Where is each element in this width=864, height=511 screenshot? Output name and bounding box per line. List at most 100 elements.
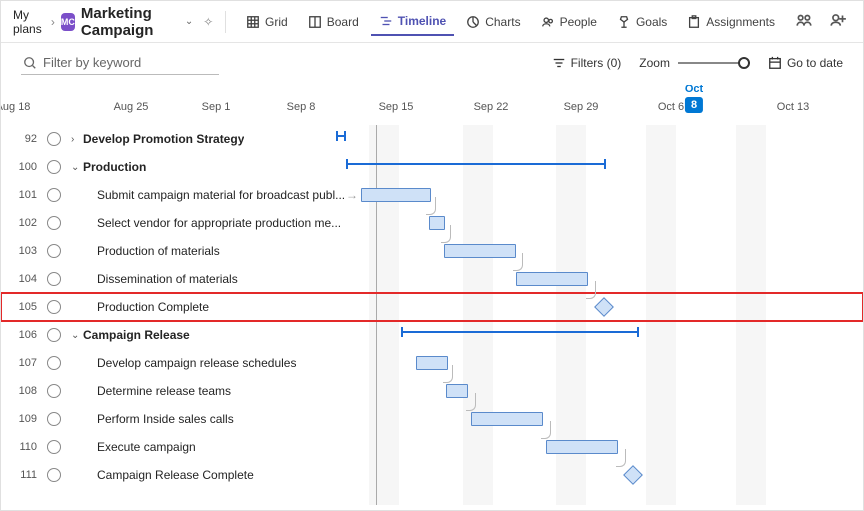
- task-row[interactable]: 109Perform Inside sales calls: [1, 405, 863, 433]
- row-id: 111: [1, 469, 43, 481]
- status-circle[interactable]: [47, 244, 61, 258]
- expander-icon[interactable]: ⌄: [71, 330, 81, 341]
- grid-icon: [246, 15, 260, 29]
- add-member-icon[interactable]: [825, 7, 851, 36]
- team-icon[interactable]: [791, 7, 817, 36]
- status-circle[interactable]: [47, 216, 61, 230]
- tab-timeline[interactable]: Timeline: [371, 8, 454, 36]
- date-tick: Aug 18: [1, 101, 30, 113]
- date-tick: Sep 29: [564, 101, 599, 113]
- tab-board[interactable]: Board: [300, 8, 367, 36]
- task-row[interactable]: 111Campaign Release Complete: [1, 461, 863, 489]
- filters-button[interactable]: Filters (0): [552, 56, 622, 70]
- tab-people-label: People: [560, 15, 597, 29]
- task-bar[interactable]: [546, 440, 618, 454]
- expander-icon[interactable]: ⌄: [71, 162, 81, 173]
- tab-people[interactable]: People: [533, 8, 605, 36]
- tab-board-label: Board: [327, 15, 359, 29]
- row-id: 110: [1, 441, 43, 453]
- tab-charts-label: Charts: [485, 15, 520, 29]
- status-circle[interactable]: [47, 384, 61, 398]
- task-row[interactable]: 102 Select vendor for appropriate product…: [1, 209, 863, 237]
- task-bar[interactable]: [446, 384, 468, 398]
- search-icon: [23, 56, 37, 70]
- tab-charts[interactable]: Charts: [458, 8, 528, 36]
- task-label: Production Complete: [83, 300, 209, 314]
- task-bar[interactable]: [444, 244, 516, 258]
- tab-grid-label: Grid: [265, 15, 288, 29]
- status-circle[interactable]: [47, 440, 61, 454]
- summary-bar[interactable]: [401, 331, 639, 333]
- sparkle-icon[interactable]: ✧: [203, 15, 213, 29]
- expander-icon[interactable]: ›: [71, 134, 81, 145]
- status-circle[interactable]: [47, 356, 61, 370]
- tab-goals[interactable]: Goals: [609, 8, 675, 36]
- task-bar[interactable]: [416, 356, 448, 370]
- date-tick: Aug 25: [114, 101, 149, 113]
- zoom-thumb[interactable]: [738, 57, 750, 69]
- filter-input[interactable]: Filter by keyword: [21, 51, 219, 75]
- task-label: Dissemination of materials: [83, 272, 238, 286]
- task-bar[interactable]: [471, 412, 543, 426]
- status-circle[interactable]: [47, 412, 61, 426]
- task-row[interactable]: 106 ⌄Campaign Release: [1, 321, 863, 349]
- status-circle[interactable]: [47, 300, 61, 314]
- milestone-marker[interactable]: [623, 465, 643, 485]
- task-bar[interactable]: [361, 188, 431, 202]
- status-circle[interactable]: [47, 132, 61, 146]
- row-id: 105: [1, 301, 43, 313]
- task-row[interactable]: 108Determine release teams: [1, 377, 863, 405]
- today-badge[interactable]: 8: [685, 97, 703, 113]
- view-tabs: Grid Board Timeline Charts People Goals …: [238, 8, 783, 36]
- goto-date-button[interactable]: Go to date: [768, 56, 843, 70]
- status-circle[interactable]: [47, 188, 61, 202]
- date-tick: Oct 13: [777, 101, 809, 113]
- status-circle[interactable]: [47, 272, 61, 286]
- task-row[interactable]: 92›Develop Promotion Strategy: [1, 125, 863, 153]
- row-id: 102: [1, 217, 43, 229]
- task-label: Production: [83, 160, 146, 174]
- status-circle[interactable]: [47, 160, 61, 174]
- breadcrumb: My plans › MC Marketing Campaign ⌄ ✧: [13, 5, 213, 39]
- tab-assignments[interactable]: Assignments: [679, 8, 783, 36]
- task-label: Select vendor for appropriate production…: [83, 216, 341, 230]
- plan-name[interactable]: Marketing Campaign: [81, 5, 179, 39]
- date-tick: Sep 22: [474, 101, 509, 113]
- date-tick: Sep 1: [202, 101, 231, 113]
- task-bar[interactable]: [429, 216, 445, 230]
- task-label: Campaign Release: [83, 328, 190, 342]
- task-bar[interactable]: [516, 272, 588, 286]
- plan-badge: MC: [61, 13, 75, 31]
- task-row[interactable]: 100 ⌄Production: [1, 153, 863, 181]
- zoom-slider[interactable]: [678, 62, 750, 64]
- row-id: 103: [1, 245, 43, 257]
- breadcrumb-root[interactable]: My plans: [13, 8, 45, 36]
- row-id: 92: [1, 133, 43, 145]
- task-label: Submit campaign material for broadcast p…: [83, 188, 345, 202]
- task-row[interactable]: 107Develop campaign release schedules: [1, 349, 863, 377]
- chevron-down-icon[interactable]: ⌄: [185, 16, 193, 27]
- zoom-label: Zoom: [639, 56, 670, 70]
- task-label: Develop campaign release schedules: [83, 356, 296, 370]
- row-id: 104: [1, 273, 43, 285]
- summary-bar[interactable]: [336, 135, 346, 137]
- status-circle[interactable]: [47, 328, 61, 342]
- task-row[interactable]: 110Execute campaign: [1, 433, 863, 461]
- divider: [225, 11, 226, 33]
- milestone-marker[interactable]: [594, 297, 614, 317]
- tab-grid[interactable]: Grid: [238, 8, 296, 36]
- task-row[interactable]: 104 Dissemination of materials: [1, 265, 863, 293]
- row-id: 106: [1, 329, 43, 341]
- row-id: 108: [1, 385, 43, 397]
- status-circle[interactable]: [47, 468, 61, 482]
- summary-bar[interactable]: [346, 163, 606, 165]
- people-icon: [541, 15, 555, 29]
- timeline-body: 92›Develop Promotion Strategy100⌄Product…: [1, 125, 863, 505]
- tab-assignments-label: Assignments: [706, 15, 775, 29]
- row-id: 100: [1, 161, 43, 173]
- board-icon: [308, 15, 322, 29]
- task-row[interactable]: 101Submit campaign material for broadcas…: [1, 181, 863, 209]
- task-row[interactable]: 103Production of materials: [1, 237, 863, 265]
- task-row[interactable]: 105 Production Complete: [1, 293, 863, 321]
- timeline-icon: [379, 14, 393, 28]
